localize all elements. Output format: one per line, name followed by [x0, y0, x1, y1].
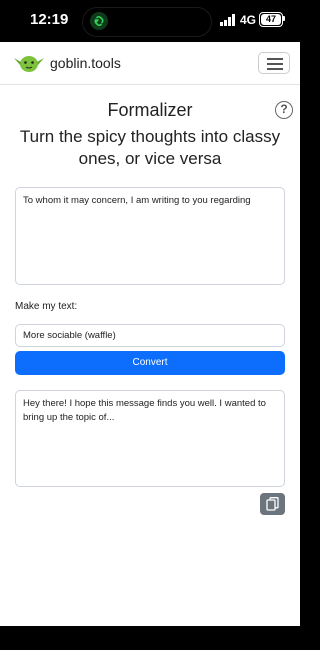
help-icon[interactable]: ?	[275, 101, 293, 119]
menu-icon[interactable]	[258, 52, 290, 74]
copy-button[interactable]	[260, 493, 285, 515]
status-time: 12:19	[30, 11, 69, 28]
network-type: 4G	[240, 13, 257, 27]
page-subtitle: Turn the spicy thoughts into classy ones…	[19, 127, 281, 168]
make-text-label: Make my text:	[15, 301, 78, 312]
input-text-area[interactable]: To whom it may concern, I am writing to …	[15, 187, 285, 285]
battery-level: 47	[265, 14, 276, 24]
convert-button[interactable]: Convert	[15, 351, 285, 375]
brand-name[interactable]: goblin.tools	[50, 55, 121, 71]
dynamic-island	[82, 7, 212, 37]
link-icon	[90, 12, 108, 30]
status-bar: 12:19 4G 47	[0, 0, 300, 42]
battery-icon: 47	[259, 12, 283, 27]
page: goblin.tools Formalizer ? Turn the spicy…	[0, 42, 300, 626]
page-title: Formalizer	[107, 100, 193, 120]
output-text-area[interactable]: Hey there! I hope this message finds you…	[15, 390, 285, 487]
tone-select[interactable]: More sociable (waffle)	[15, 324, 285, 347]
top-nav: goblin.tools	[0, 42, 300, 85]
goblin-logo-icon[interactable]	[14, 52, 44, 74]
copy-icon	[266, 497, 279, 511]
bottom-bar	[0, 626, 300, 650]
signal-icon	[220, 14, 235, 26]
